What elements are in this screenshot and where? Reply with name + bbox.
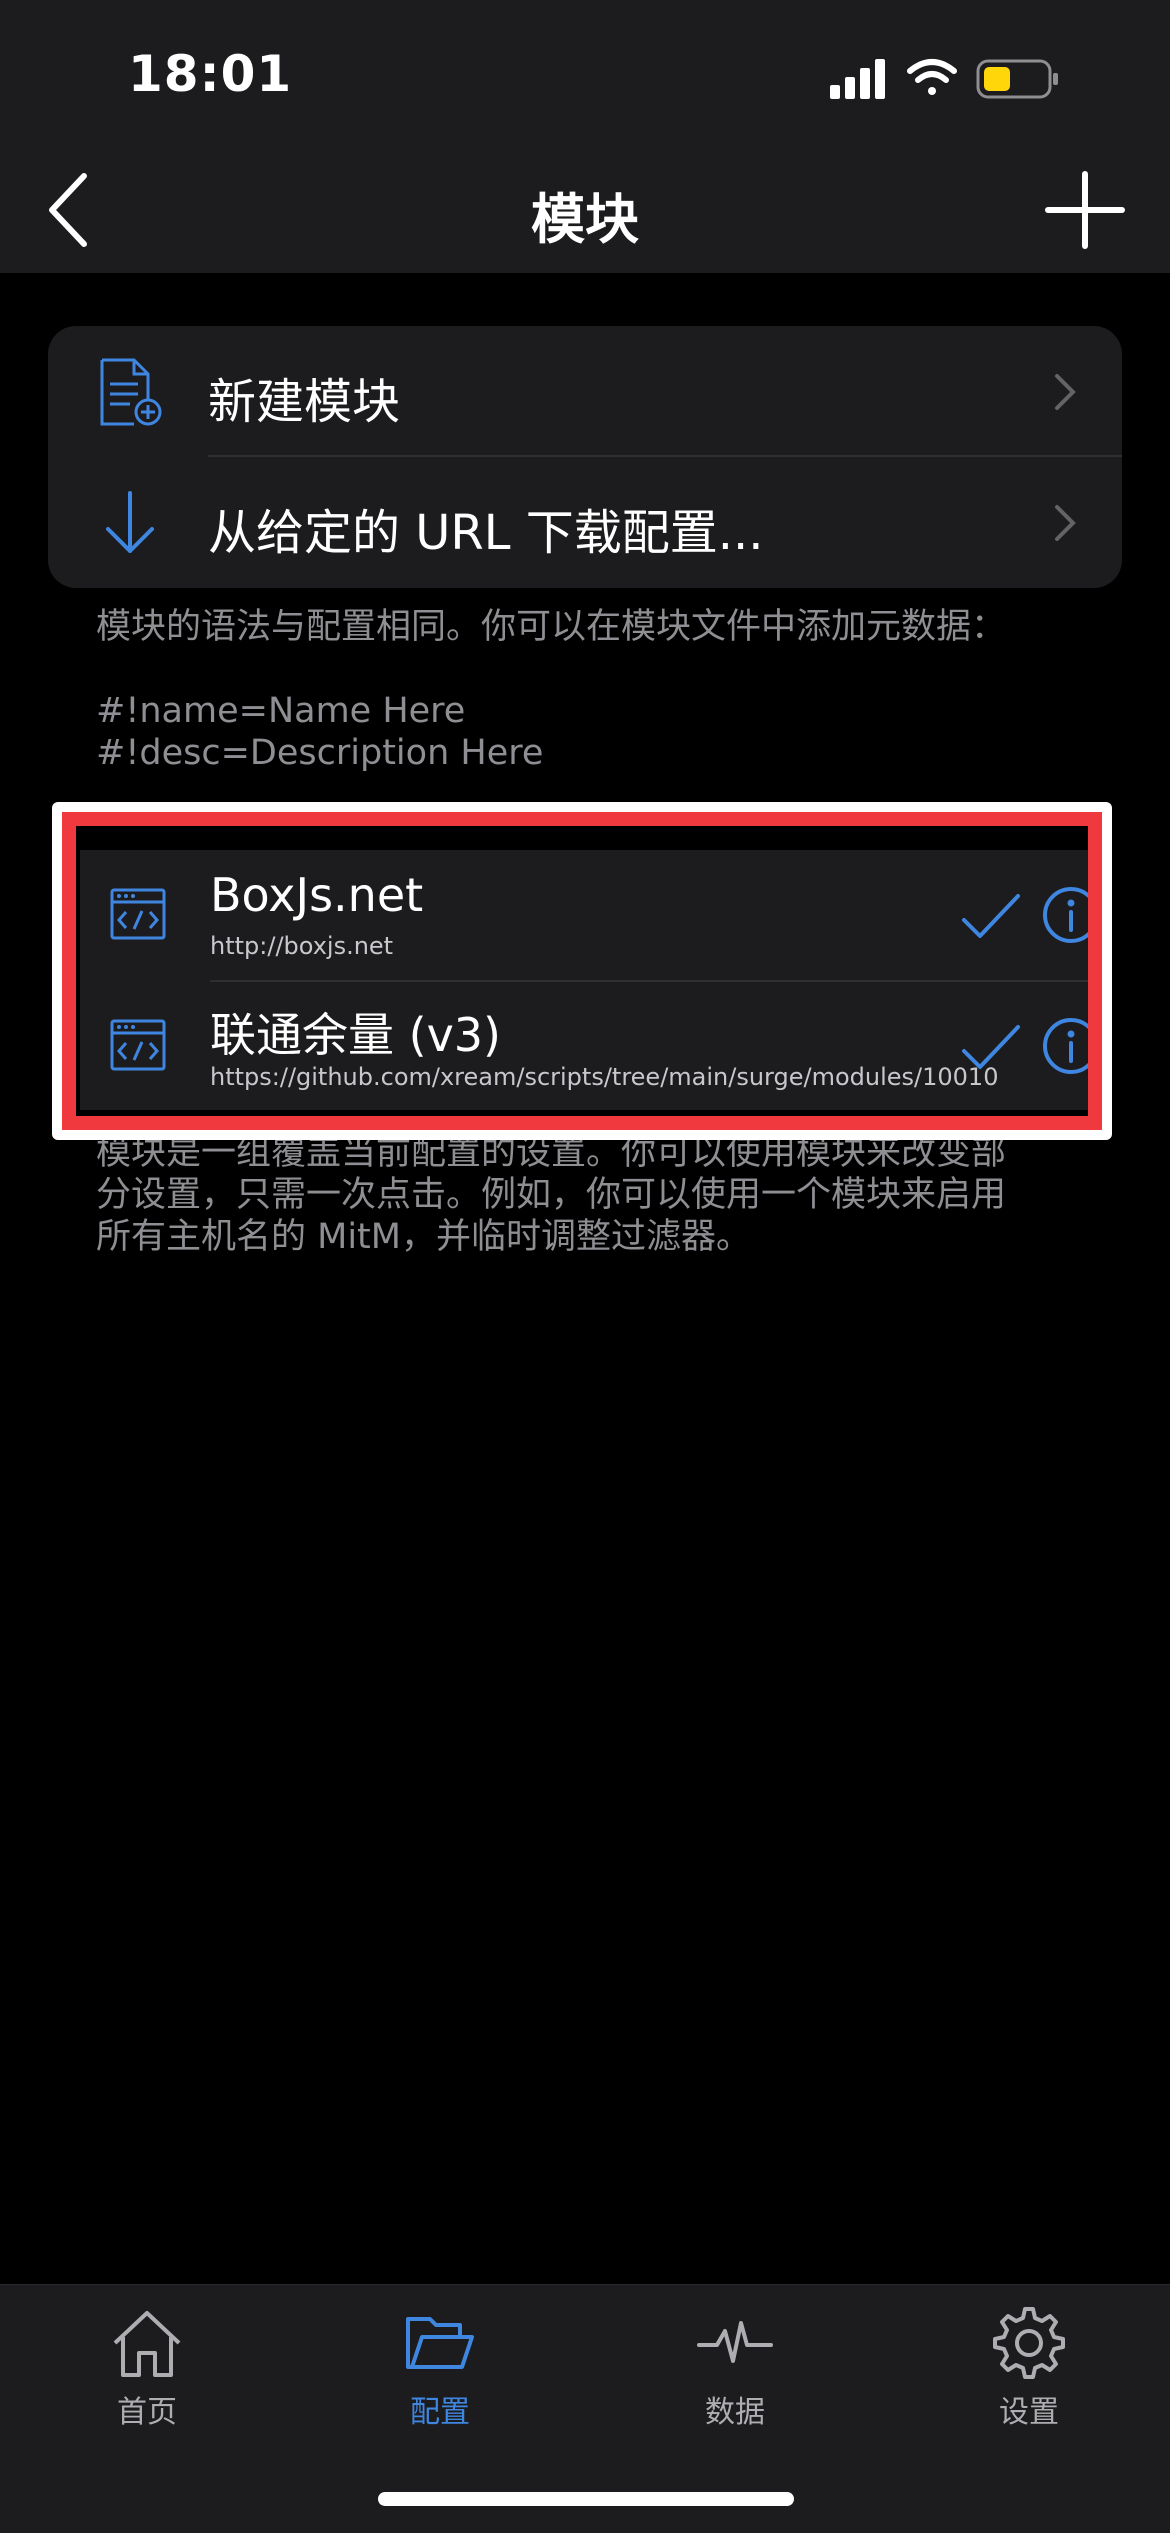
- page-title: 模块: [531, 188, 639, 251]
- module-row[interactable]: 联通余量 (v3) https://github.com/xream/scrip…: [80, 981, 1088, 1111]
- module-url: https://github.com/xream/scripts/tree/ma…: [210, 1063, 999, 1091]
- activity-icon: [697, 2321, 773, 2363]
- home-indicator: [378, 2492, 794, 2506]
- status-bar: 18:01: [0, 0, 1170, 150]
- checkmark-icon[interactable]: [960, 1023, 1022, 1073]
- module-row[interactable]: BoxJs.net http://boxjs.net: [80, 850, 1088, 982]
- syntax-note: 模块的语法与配置相同。你可以在模块文件中添加元数据： #!name=Name H…: [96, 606, 1086, 774]
- modules-list: BoxJs.net http://boxjs.net 联通余量 (v3) htt…: [80, 850, 1088, 1110]
- highlight-border: BoxJs.net http://boxjs.net 联通余量 (v3) htt…: [62, 812, 1102, 1130]
- gear-icon: [993, 2307, 1065, 2379]
- new-document-icon: [100, 358, 162, 426]
- desc-metadata-example: #!desc=Description Here: [96, 733, 544, 773]
- tab-home-label: 首页: [117, 2395, 177, 2430]
- modules-note-line-3: 所有主机名的 MitM，并临时调整过滤器。: [96, 1217, 751, 1257]
- code-window-icon: [110, 888, 166, 940]
- new-module-label: 新建模块: [208, 374, 401, 430]
- highlight-content: BoxJs.net http://boxjs.net 联通余量 (v3) htt…: [76, 826, 1088, 1116]
- tab-config[interactable]: 配置: [340, 2305, 540, 2435]
- modules-note: 模块是一组覆盖当前配置的设置。你可以使用模块来改变部 分设置，只需一次点击。例如…: [96, 1132, 1086, 1258]
- chevron-right-icon: [1055, 505, 1076, 541]
- status-time: 18:01: [128, 45, 293, 103]
- tab-config-label: 配置: [410, 2395, 470, 2430]
- battery-icon: [976, 59, 1058, 99]
- highlight-box: BoxJs.net http://boxjs.net 联通余量 (v3) htt…: [52, 802, 1112, 1140]
- modules-note-line-2: 分设置，只需一次点击。例如，你可以使用一个模块来启用: [96, 1175, 1007, 1215]
- status-icons: [830, 59, 1058, 99]
- code-window-icon: [110, 1019, 166, 1071]
- new-module-row[interactable]: 新建模块: [48, 326, 1122, 457]
- add-icon[interactable]: [1040, 168, 1130, 252]
- checkmark-icon[interactable]: [960, 892, 1022, 942]
- info-icon[interactable]: [1042, 1017, 1088, 1075]
- folder-icon: [406, 2317, 474, 2369]
- info-icon[interactable]: [1042, 886, 1088, 944]
- cellular-signal-icon: [830, 59, 885, 99]
- tab-home[interactable]: 首页: [47, 2305, 247, 2435]
- chevron-right-icon: [1055, 374, 1076, 410]
- home-icon: [113, 2311, 181, 2377]
- download-url-row[interactable]: 从给定的 URL 下载配置...: [48, 457, 1122, 588]
- name-metadata-example: #!name=Name Here: [96, 691, 466, 731]
- download-arrow-icon: [106, 491, 154, 553]
- tab-settings[interactable]: 设置: [929, 2305, 1129, 2435]
- tab-data-label: 数据: [705, 2395, 765, 2430]
- download-url-label: 从给定的 URL 下载配置...: [208, 505, 764, 561]
- wifi-icon: [907, 59, 957, 95]
- navigation-bar: 模块: [0, 150, 1170, 273]
- module-url: http://boxjs.net: [210, 932, 394, 960]
- module-title: BoxJs.net: [210, 868, 424, 922]
- actions-card: 新建模块 从给定的 URL 下载配置...: [48, 326, 1122, 588]
- tab-data[interactable]: 数据: [635, 2305, 835, 2435]
- tab-settings-label: 设置: [999, 2395, 1059, 2430]
- module-title: 联通余量 (v3): [210, 1008, 502, 1062]
- syntax-note-text: 模块的语法与配置相同。你可以在模块文件中添加元数据：: [96, 607, 1007, 647]
